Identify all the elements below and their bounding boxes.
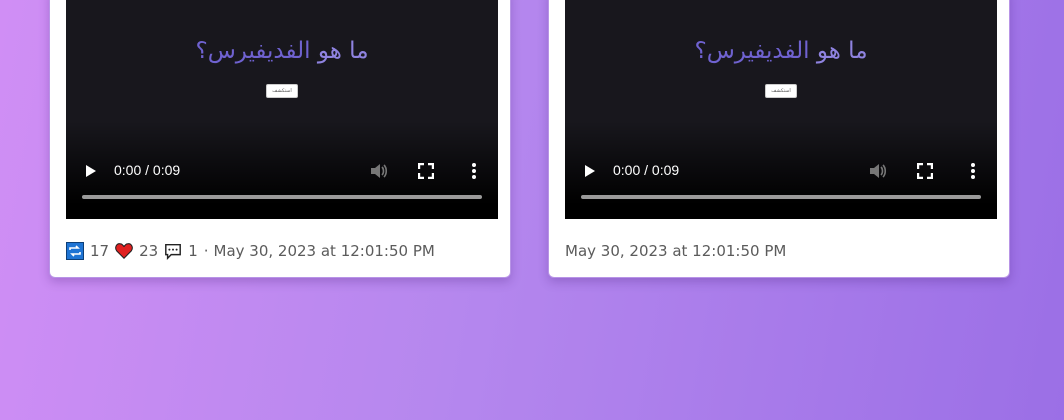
fullscreen-icon[interactable] xyxy=(418,163,434,179)
comment-icon[interactable] xyxy=(164,242,182,260)
comment-count: 1 xyxy=(188,242,198,260)
video-player[interactable]: ما هو الفديفيرس؟ استكشف 0:00 / 0:09 xyxy=(565,0,997,219)
video-badge: استكشف xyxy=(765,84,797,98)
play-icon[interactable] xyxy=(585,165,595,177)
video-title: ما هو الفديفيرس؟ xyxy=(694,38,868,64)
heart-icon[interactable] xyxy=(115,242,133,260)
post-meta: 17 23 1 · May 30, 2023 at 12:01:50 PM xyxy=(66,241,435,261)
more-options-icon[interactable] xyxy=(970,162,976,180)
video-controls: 0:00 / 0:09 xyxy=(565,159,997,185)
play-icon[interactable] xyxy=(86,165,96,177)
fullscreen-icon[interactable] xyxy=(917,163,933,179)
repost-icon[interactable] xyxy=(66,242,84,260)
repost-count: 17 xyxy=(90,242,110,260)
video-progress-bar[interactable] xyxy=(581,195,981,199)
video-progress-bar[interactable] xyxy=(82,195,482,199)
post-card: ما هو الفديفيرس؟ استكشف 0:00 / 0:09 May … xyxy=(548,0,1010,278)
separator: · xyxy=(203,242,209,260)
video-controls: 0:00 / 0:09 xyxy=(66,159,498,185)
video-player[interactable]: ما هو الفديفيرس؟ استكشف 0:00 / 0:09 xyxy=(66,0,498,219)
video-title: ما هو الفديفيرس؟ xyxy=(195,38,369,64)
time-display: 0:00 / 0:09 xyxy=(114,162,181,178)
time-display: 0:00 / 0:09 xyxy=(613,162,680,178)
post-meta: May 30, 2023 at 12:01:50 PM xyxy=(565,241,786,261)
mute-icon[interactable] xyxy=(869,163,887,179)
video-badge: استكشف xyxy=(266,84,298,98)
like-count: 23 xyxy=(139,242,159,260)
post-card: ما هو الفديفيرس؟ استكشف 0:00 / 0:09 17 2… xyxy=(49,0,511,278)
more-options-icon[interactable] xyxy=(471,162,477,180)
post-timestamp[interactable]: May 30, 2023 at 12:01:50 PM xyxy=(565,242,786,260)
mute-icon[interactable] xyxy=(370,163,388,179)
post-timestamp[interactable]: May 30, 2023 at 12:01:50 PM xyxy=(214,242,435,260)
